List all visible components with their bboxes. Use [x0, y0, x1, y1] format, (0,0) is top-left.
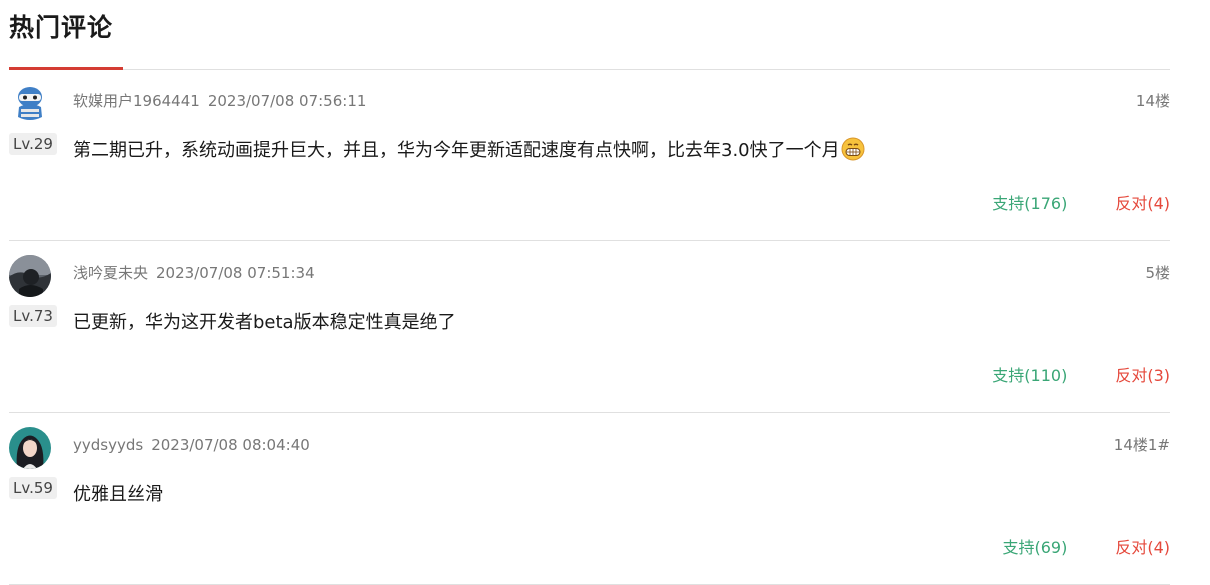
floor-number: 14楼	[1135, 92, 1170, 110]
comment-item: Lv.29 软媒用户1964441 2023/07/08 07:56:11 14楼…	[9, 69, 1170, 241]
mascot-avatar-icon	[9, 83, 51, 125]
vote-actions: 支持(69) 反对(4)	[1002, 536, 1170, 560]
vote-actions: 支持(110) 反对(3)	[992, 364, 1170, 388]
username-link[interactable]: 软媒用户1964441	[73, 92, 200, 110]
comment-meta: 软媒用户1964441 2023/07/08 07:56:11	[73, 91, 366, 111]
section-title: 热门评论	[9, 13, 114, 42]
level-badge: Lv.73	[9, 305, 57, 327]
support-button[interactable]: 支持(176)	[992, 194, 1067, 213]
grinning-emoji-icon	[841, 137, 865, 170]
floor-number: 5楼	[1145, 264, 1170, 282]
mascot-avatar[interactable]	[9, 83, 51, 125]
oppose-button[interactable]: 反对(4)	[1115, 194, 1170, 213]
comment-text: 优雅且丝滑	[73, 484, 163, 505]
level-badge: Lv.29	[9, 133, 57, 155]
comment-timestamp: 2023/07/08 07:56:11	[207, 92, 367, 110]
comment-timestamp: 2023/07/08 08:04:40	[151, 436, 310, 454]
comment-meta: 浅吟夏未央 2023/07/08 07:51:34	[73, 263, 315, 283]
dark-photo-avatar[interactable]	[9, 255, 51, 297]
comment-content: 已更新，华为这开发者beta版本稳定性真是绝了	[73, 309, 456, 337]
username-link[interactable]: 浅吟夏未央	[73, 264, 148, 282]
comment-item: Lv.59 yydsyyds 2023/07/08 08:04:40 14楼1# …	[9, 413, 1170, 585]
hot-comments-header: 热门评论	[9, 0, 1170, 70]
support-button[interactable]: 支持(69)	[1002, 538, 1067, 557]
comment-text: 已更新，华为这开发者beta版本稳定性真是绝了	[73, 312, 456, 333]
level-badge: Lv.59	[9, 477, 57, 499]
oppose-button[interactable]: 反对(4)	[1115, 538, 1170, 557]
comment-timestamp: 2023/07/08 07:51:34	[156, 264, 315, 282]
portrait-avatar[interactable]	[9, 427, 51, 469]
comment-content: 第二期已升，系统动画提升巨大，并且，华为今年更新适配速度有点快啊，比去年3.0快…	[73, 137, 865, 170]
comment-text: 第二期已升，系统动画提升巨大，并且，华为今年更新适配速度有点快啊，比去年3.0快…	[73, 140, 840, 161]
comment-item: Lv.73 浅吟夏未央 2023/07/08 07:51:34 5楼 已更新，华为…	[9, 241, 1170, 413]
username-link[interactable]: yydsyyds	[73, 436, 143, 454]
support-button[interactable]: 支持(110)	[992, 366, 1067, 385]
oppose-button[interactable]: 反对(3)	[1115, 366, 1170, 385]
comment-content: 优雅且丝滑	[73, 481, 163, 509]
comment-meta: yydsyyds 2023/07/08 08:04:40	[73, 435, 310, 455]
floor-number: 14楼1#	[1113, 436, 1170, 454]
portrait-avatar-icon	[9, 427, 51, 469]
dark-photo-avatar-icon	[9, 255, 51, 297]
vote-actions: 支持(176) 反对(4)	[992, 192, 1170, 216]
